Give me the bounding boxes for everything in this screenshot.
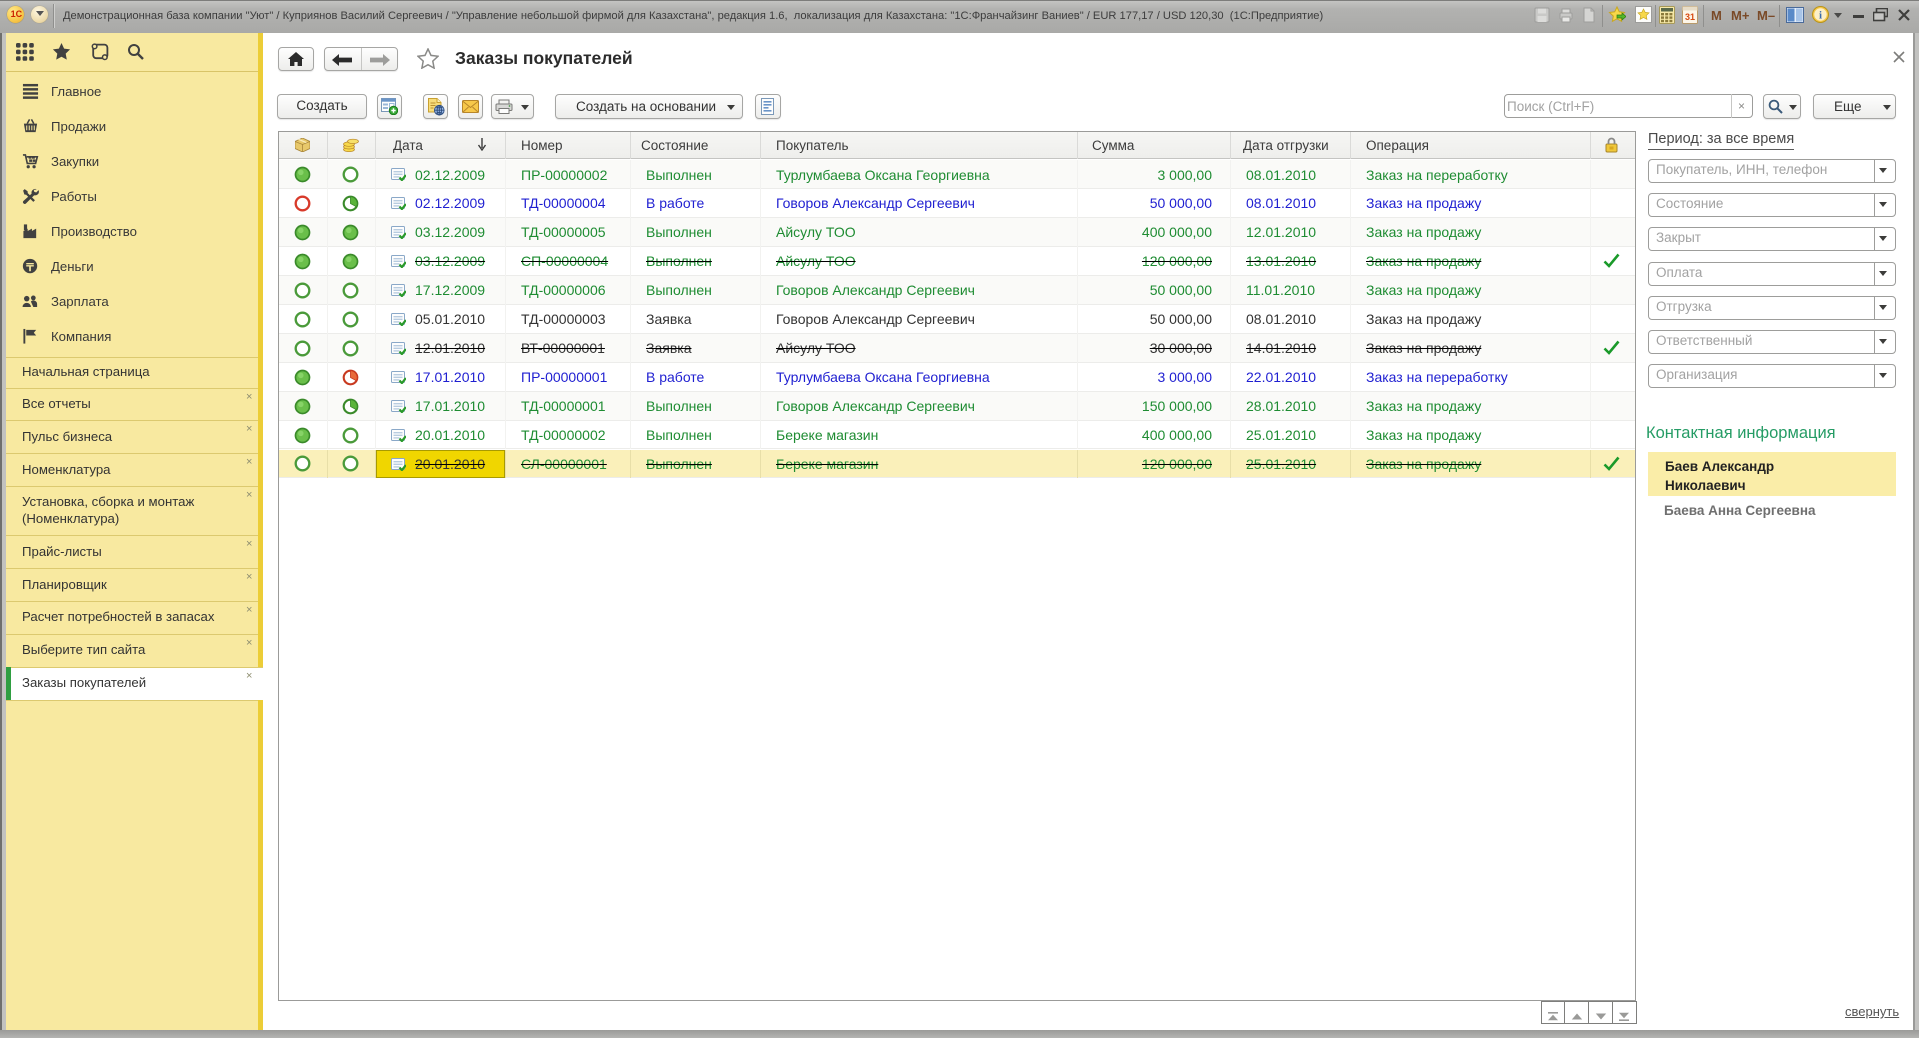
svg-text:31: 31 <box>1685 12 1695 22</box>
svg-text:i: i <box>1819 10 1822 22</box>
